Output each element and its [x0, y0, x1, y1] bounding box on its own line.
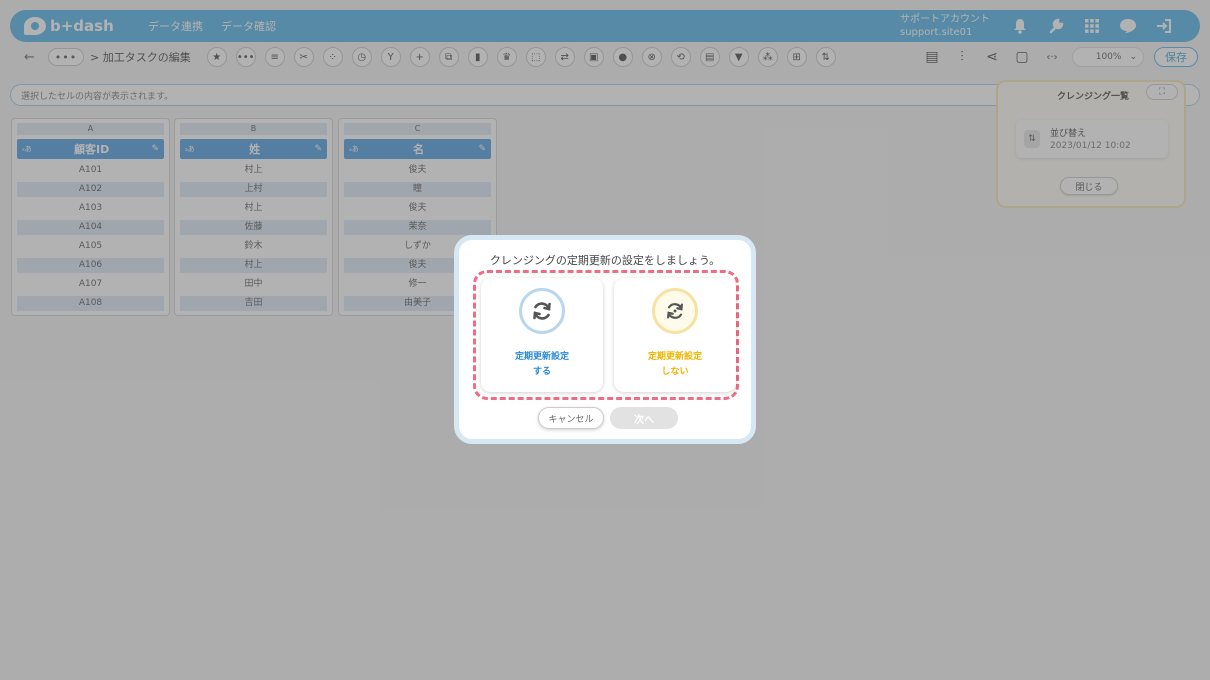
- disable-label-line2: しない: [661, 367, 689, 377]
- disable-schedule-option[interactable]: 定期更新設定 しない: [614, 278, 736, 392]
- cancel-button[interactable]: キャンセル: [538, 407, 604, 429]
- next-button[interactable]: 次へ: [610, 407, 678, 429]
- choice-group: 定期更新設定 する 定期更新設定 しない: [473, 270, 739, 400]
- enable-label-line2: する: [532, 367, 551, 377]
- schedule-setting-dialog: クレンジングの定期更新の設定をしましょう。 定期更新設定 する 定期更新設定 し…: [454, 235, 756, 444]
- disable-label-line1: 定期更新設定: [647, 352, 702, 362]
- dialog-title: クレンジングの定期更新の設定をしましょう。: [489, 254, 721, 267]
- enable-label: 定期更新設定 する: [481, 350, 603, 380]
- refresh-off-icon: [652, 288, 698, 334]
- disable-label: 定期更新設定 しない: [614, 350, 736, 380]
- enable-schedule-option[interactable]: 定期更新設定 する: [481, 278, 603, 392]
- refresh-icon: [519, 288, 565, 334]
- enable-label-line1: 定期更新設定: [514, 352, 569, 362]
